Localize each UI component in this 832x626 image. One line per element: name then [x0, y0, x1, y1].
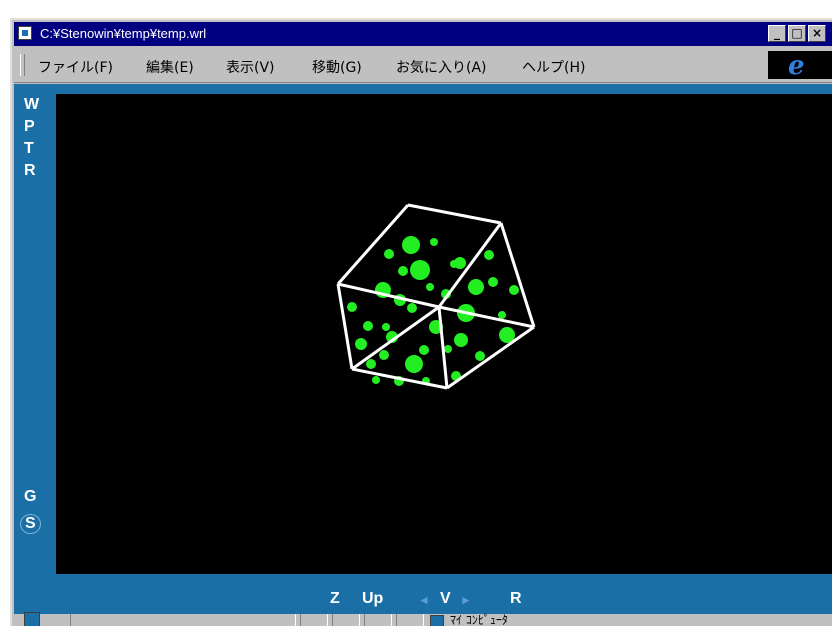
next-view-arrow-icon[interactable]: ►	[460, 593, 472, 607]
walk-button[interactable]: W	[24, 96, 39, 114]
status-bar: ﾏｲ ｺﾝﾋﾟｭｰﾀ	[14, 611, 832, 626]
up-button[interactable]: Up	[362, 590, 383, 608]
computer-zone-icon	[430, 614, 444, 626]
atom-sphere	[402, 236, 420, 254]
atom-sphere	[382, 323, 390, 331]
3d-viewport[interactable]	[56, 94, 832, 574]
atom-sphere	[488, 277, 498, 287]
pan-button[interactable]: P	[24, 118, 35, 136]
status-pane-3	[364, 614, 392, 626]
atom-sphere	[366, 359, 376, 369]
atom-sphere	[363, 321, 373, 331]
atom-sphere	[484, 250, 494, 260]
page-status-icon	[24, 612, 40, 626]
atom-sphere	[384, 249, 394, 259]
atom-sphere	[450, 260, 458, 268]
atom-sphere	[498, 311, 506, 319]
seek-button[interactable]: S	[20, 514, 41, 534]
menu-file[interactable]: ファイル(F)	[38, 57, 113, 77]
zoom-button[interactable]: Z	[330, 590, 340, 608]
left-nav-panel: W P T R G S	[14, 84, 56, 584]
bottom-nav-panel: Z Up ◄ V ► R	[14, 584, 832, 614]
molecule-scene[interactable]	[56, 94, 832, 574]
restore-button[interactable]: R	[510, 590, 522, 608]
vrml-viewer: W P T R G S	[14, 84, 832, 584]
title-bar: C:¥Stenowin¥temp¥temp.wrl _ □ ×	[14, 22, 832, 46]
menu-go[interactable]: 移動(G)	[312, 57, 362, 77]
atom-sphere	[454, 333, 468, 347]
menu-bar: ファイル(F) 編集(E) 表示(V) 移動(G) お気に入り(A) ヘルプ(H…	[14, 48, 832, 83]
atom-sphere	[372, 376, 380, 384]
atom-sphere	[426, 283, 434, 291]
atom-sphere	[355, 338, 367, 350]
atom-sphere	[430, 238, 438, 246]
atom-sphere	[410, 260, 430, 280]
minimize-button[interactable]: _	[768, 25, 786, 42]
app-icon[interactable]	[18, 26, 32, 40]
status-pane-4	[396, 614, 424, 626]
atom-sphere	[347, 302, 357, 312]
close-button[interactable]: ×	[808, 25, 826, 42]
atom-sphere	[419, 345, 429, 355]
maximize-button[interactable]: □	[788, 25, 806, 42]
atom-sphere	[407, 303, 417, 313]
window-title: C:¥Stenowin¥temp¥temp.wrl	[40, 26, 207, 41]
toolbar-grip[interactable]	[20, 54, 25, 76]
atom-sphere	[509, 285, 519, 295]
view-button[interactable]: V	[440, 590, 451, 608]
status-pane-2	[332, 614, 360, 626]
tilt-button[interactable]: T	[24, 140, 34, 158]
atom-sphere	[379, 350, 389, 360]
atom-sphere	[405, 355, 423, 373]
prev-view-arrow-icon[interactable]: ◄	[418, 593, 430, 607]
status-text-pane	[70, 614, 296, 626]
goto-button[interactable]: G	[24, 488, 36, 506]
ie-logo-glyph: e	[788, 51, 805, 81]
browser-window: C:¥Stenowin¥temp¥temp.wrl _ □ × ファイル(F) …	[10, 18, 832, 626]
atom-sphere	[444, 345, 452, 353]
menu-favorites[interactable]: お気に入り(A)	[396, 57, 487, 77]
zone-indicator: ﾏｲ ｺﾝﾋﾟｭｰﾀ	[430, 611, 508, 626]
atom-sphere	[398, 266, 408, 276]
rotate-button[interactable]: R	[24, 162, 36, 180]
status-pane-1	[300, 614, 328, 626]
menu-view[interactable]: 表示(V)	[226, 57, 275, 77]
menu-help[interactable]: ヘルプ(H)	[522, 57, 585, 77]
ie-logo-icon: e	[768, 51, 832, 81]
menu-edit[interactable]: 編集(E)	[146, 57, 194, 77]
atom-sphere	[468, 279, 484, 295]
zone-label: ﾏｲ ｺﾝﾋﾟｭｰﾀ	[450, 613, 508, 626]
atom-sphere	[475, 351, 485, 361]
